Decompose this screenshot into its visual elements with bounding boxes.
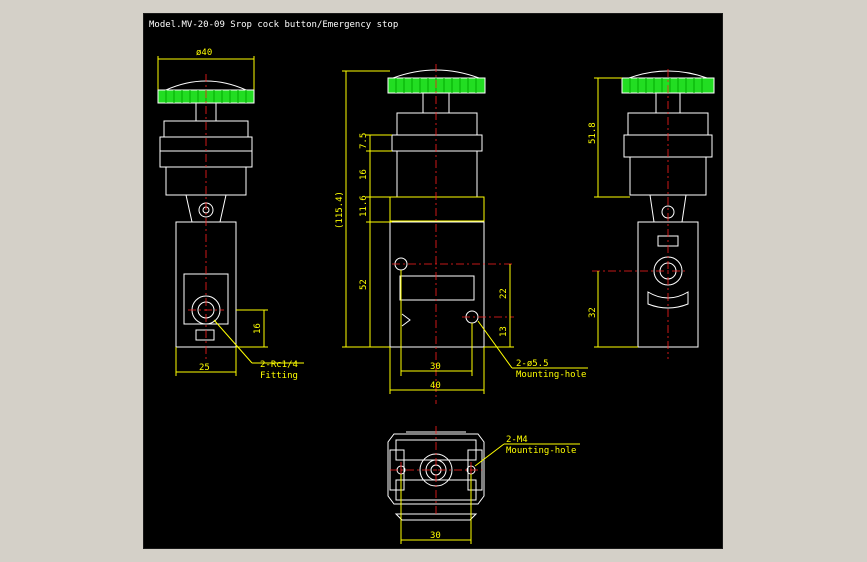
in-port-tag: IN bbox=[201, 332, 209, 340]
fitting-sublabel: Fitting bbox=[260, 371, 298, 381]
mounting-hole-label: 2-ø5.5 bbox=[516, 359, 549, 369]
m4-label: 2-M4 bbox=[506, 435, 528, 445]
dim-11-6: 11.6 bbox=[359, 195, 369, 217]
dim-52: 52 bbox=[359, 279, 369, 290]
dim-115-4: (115.4) bbox=[335, 191, 345, 229]
dim-7-5: 7.5 bbox=[359, 133, 369, 149]
front-view: (115.4) 7.5 16 11.6 52 22 13 30 40 2-ø5.… bbox=[335, 64, 588, 404]
drawing-svg: Model.MV-20-09 Srop cock button/Emergenc… bbox=[149, 20, 715, 544]
drawing-title: Model.MV-20-09 Srop cock button/Emergenc… bbox=[149, 20, 398, 30]
mounting-hole-sublabel: Mounting-hole bbox=[516, 370, 586, 380]
right-side-view: OUT 51.8 32 bbox=[588, 69, 715, 359]
dim-30-bottom: 30 bbox=[430, 531, 441, 541]
dim-13: 13 bbox=[499, 326, 509, 337]
dim-16-left: 16 bbox=[253, 323, 263, 334]
fitting-label: 2-Rc1/4 bbox=[260, 360, 298, 370]
dim-51-8: 51.8 bbox=[588, 122, 598, 144]
dim-dia40: ø40 bbox=[196, 48, 212, 58]
dim-16-front: 16 bbox=[359, 169, 369, 180]
m4-sublabel: Mounting-hole bbox=[506, 446, 576, 456]
dim-25: 25 bbox=[199, 363, 210, 373]
dim-22: 22 bbox=[499, 288, 509, 299]
left-side-view: ø40 IN 16 25 2-Rc1/4 Fitting bbox=[157, 48, 304, 381]
dim-30-front: 30 bbox=[430, 362, 441, 372]
out-port-tag: OUT bbox=[660, 238, 672, 246]
dim-32: 32 bbox=[588, 307, 598, 318]
dim-40-front: 40 bbox=[430, 381, 441, 391]
cad-drawing-canvas: Model.MV-20-09 Srop cock button/Emergenc… bbox=[143, 13, 723, 549]
bottom-view: 30 2-M4 Mounting-hole bbox=[387, 426, 580, 544]
